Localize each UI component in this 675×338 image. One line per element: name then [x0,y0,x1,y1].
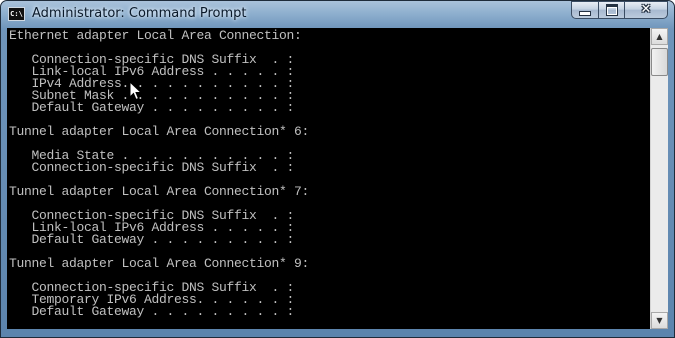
cmd-icon[interactable]: C:\ [8,7,25,21]
console-line: Default Gateway . . . . . . . . . : [9,100,295,115]
console-line: Default Gateway . . . . . . . . . : [9,304,295,319]
maximize-icon [605,4,618,16]
scroll-thumb[interactable] [651,48,668,76]
console-line: Connection-specific DNS Suffix . : [9,160,295,175]
maximize-button[interactable] [598,1,624,19]
close-button[interactable]: ✕ [624,1,668,19]
console-output[interactable]: Ethernet adapter Local Area Connection: … [7,28,650,329]
window-title: Administrator: Command Prompt [32,6,247,21]
scroll-up-button[interactable]: ▲ [651,28,668,45]
mouse-pointer-icon [129,81,143,101]
console-line: Tunnel adapter Local Area Connection* 6: [9,124,310,139]
console-line: Tunnel adapter Local Area Connection* 9: [9,256,310,271]
console-lines: Ethernet adapter Local Area Connection: … [9,28,310,319]
minimize-button[interactable] [571,1,598,19]
vertical-scrollbar[interactable]: ▲ ▼ [650,28,668,329]
scroll-down-arrow-icon: ▼ [656,316,663,325]
scroll-up-arrow-icon: ▲ [656,32,663,41]
command-prompt-window: C:\ Administrator: Command Prompt ✕ Ethe… [0,0,675,338]
title-bar[interactable]: C:\ Administrator: Command Prompt ✕ [1,1,674,28]
console-line: Default Gateway . . . . . . . . . : [9,232,295,247]
minimize-icon [579,11,591,16]
console-line: Tunnel adapter Local Area Connection* 7: [9,184,310,199]
caption-buttons: ✕ [571,1,668,20]
scroll-down-button[interactable]: ▼ [651,312,668,329]
console-line: Ethernet adapter Local Area Connection: [9,28,302,43]
close-icon: ✕ [640,2,652,17]
